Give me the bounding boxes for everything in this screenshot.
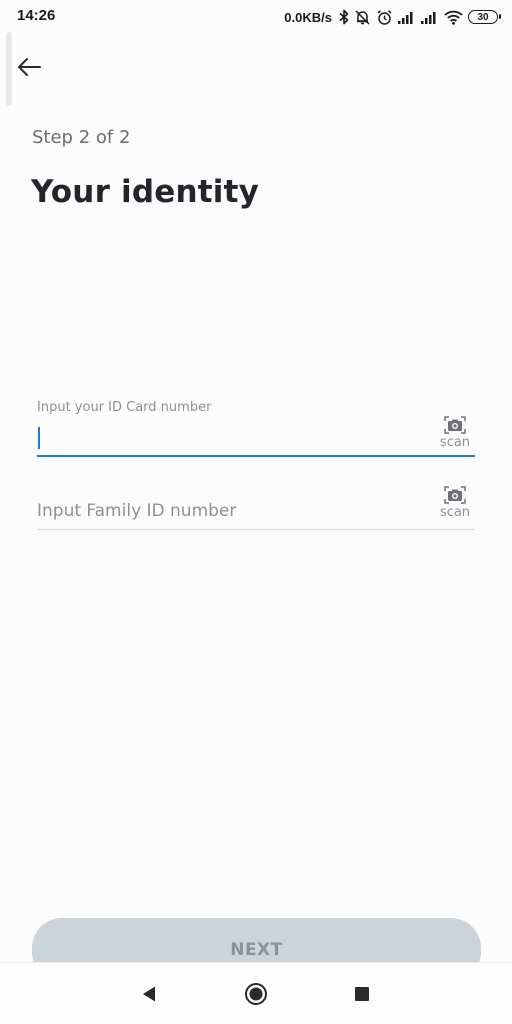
id-card-input[interactable]: [37, 423, 427, 453]
id-card-field: Input your ID Card number scan: [37, 395, 475, 459]
id-card-scan-button[interactable]: scan: [437, 415, 473, 455]
battery-level: 30: [477, 11, 489, 23]
scan-label: scan: [439, 435, 471, 450]
bluetooth-icon: [339, 9, 349, 25]
family-id-underline: [37, 529, 475, 530]
nav-back-icon: [143, 986, 155, 1002]
id-card-label: Input your ID Card number: [37, 400, 212, 415]
family-id-input[interactable]: [37, 496, 427, 526]
system-nav-bar: [0, 962, 512, 1024]
status-icons: 0.0KB/s 30: [284, 6, 501, 28]
nav-back-button[interactable]: [136, 981, 162, 1007]
nav-home-icon: [245, 983, 267, 1005]
arrow-left-icon: [18, 58, 41, 76]
network-speed: 0.0KB/s: [284, 9, 332, 25]
back-button[interactable]: [12, 50, 46, 84]
status-bar: 14:26 0.0KB/s 30: [0, 0, 512, 34]
battery-icon: 30: [468, 10, 501, 24]
family-id-field: scan: [37, 480, 475, 532]
nav-recents-button[interactable]: [349, 981, 375, 1007]
scan-label: scan: [439, 505, 471, 520]
text-cursor: [38, 427, 40, 449]
alarm-icon: [376, 9, 393, 26]
nav-recents-icon: [355, 987, 369, 1001]
camera-scan-icon: [444, 416, 466, 434]
signal-icon: [421, 10, 439, 24]
dnd-bell-off-icon: [354, 9, 371, 26]
page-title: Your identity: [31, 174, 260, 210]
nav-home-button[interactable]: [243, 981, 269, 1007]
wifi-icon: [444, 10, 463, 25]
id-card-underline: [37, 455, 475, 457]
signal-icon: [398, 10, 416, 24]
step-indicator: Step 2 of 2: [32, 127, 131, 148]
family-id-scan-button[interactable]: scan: [437, 485, 473, 525]
camera-scan-icon: [444, 486, 466, 504]
status-time: 14:26: [17, 7, 56, 24]
